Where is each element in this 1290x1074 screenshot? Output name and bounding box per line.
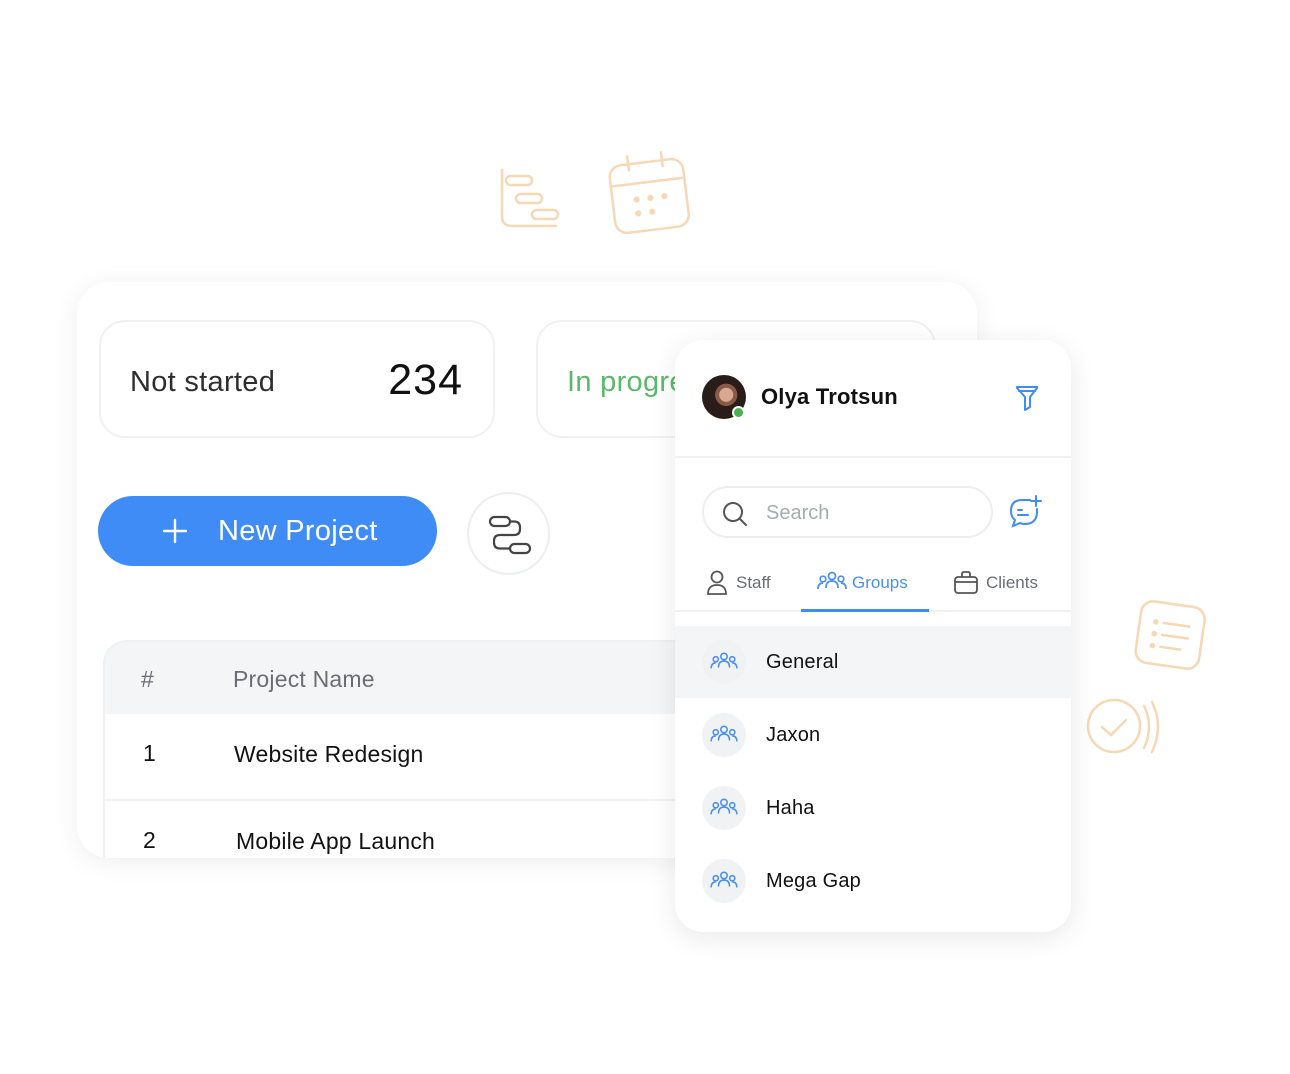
column-header-number[interactable]: # [141, 666, 154, 693]
group-name: Jaxon [766, 724, 821, 746]
stat-value: 234 [388, 356, 463, 404]
group-avatar [702, 786, 746, 830]
group-item-general[interactable]: General [675, 626, 1071, 698]
users-icon [817, 571, 847, 590]
calendar-icon [608, 150, 690, 235]
tab-label: Groups [852, 573, 908, 592]
column-header-project-name[interactable]: Project Name [233, 666, 375, 693]
users-icon [710, 652, 738, 669]
plus-icon [162, 518, 188, 544]
group-item-jaxon[interactable]: Jaxon [675, 699, 1071, 771]
search-input[interactable] [766, 500, 976, 526]
group-item-mega-gap[interactable]: Mega Gap [675, 845, 1071, 917]
active-tab-indicator [801, 609, 929, 612]
new-project-label: New Project [218, 515, 378, 547]
users-icon [710, 725, 738, 742]
row-number: 2 [143, 827, 156, 853]
stat-label: Not started [130, 366, 276, 398]
workflow-button[interactable] [467, 492, 550, 575]
tab-label: Clients [986, 573, 1038, 592]
tab-staff[interactable]: Staff [706, 568, 816, 608]
tab-label: Staff [736, 573, 771, 592]
user-name: Olya Trotsun [761, 384, 898, 409]
tab-groups[interactable]: Groups [817, 568, 927, 608]
group-name: Mega Gap [766, 870, 861, 892]
group-avatar [702, 713, 746, 757]
chat-panel: Olya Trotsun Staff [675, 340, 1071, 932]
group-name: General [766, 651, 839, 673]
users-icon [710, 798, 738, 815]
stat-card-not-started[interactable]: Not started 234 [99, 320, 495, 438]
briefcase-icon [954, 571, 978, 594]
stat-label: In progre [567, 366, 686, 398]
new-project-button[interactable]: New Project [98, 496, 437, 566]
new-chat-icon[interactable] [1008, 495, 1044, 529]
users-icon [710, 871, 738, 888]
group-avatar [702, 859, 746, 903]
group-item-haha[interactable]: Haha [675, 772, 1071, 844]
row-number: 1 [143, 740, 156, 766]
check-circle-icon [1086, 698, 1160, 754]
search-icon [723, 502, 747, 526]
tab-clients[interactable]: Clients [953, 568, 1063, 608]
user-icon [707, 570, 727, 595]
group-avatar [702, 640, 746, 684]
checklist-icon [1134, 600, 1206, 670]
header-divider [675, 456, 1071, 458]
workflow-icon [488, 515, 532, 555]
search-box[interactable] [702, 486, 993, 538]
filter-icon[interactable] [1015, 384, 1039, 412]
project-name: Mobile App Launch [236, 828, 436, 854]
online-status-dot [732, 406, 745, 419]
project-name: Website Redesign [234, 741, 424, 767]
group-name: Haha [766, 797, 815, 819]
timeline-icon [500, 168, 560, 228]
